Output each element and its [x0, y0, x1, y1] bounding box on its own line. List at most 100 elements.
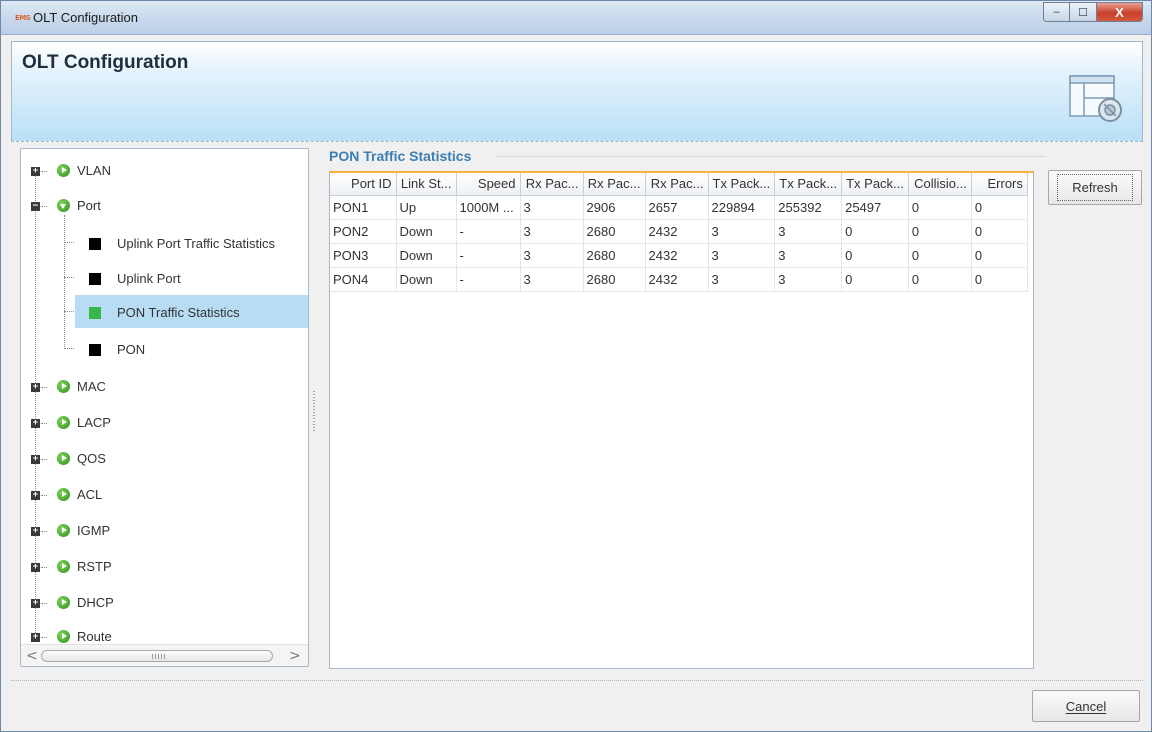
table-cell: 2680	[583, 267, 646, 292]
table-cell: 0	[908, 195, 972, 220]
green-arrow-icon	[57, 380, 70, 393]
tree-item-vlan[interactable]: + VLAN	[21, 155, 308, 185]
column-header-tx-packets-1[interactable]: Tx Pack...	[708, 173, 776, 196]
tree-item-pon-traffic-statistics[interactable]: PON Traffic Statistics	[21, 295, 308, 329]
table-cell: 0	[908, 267, 972, 292]
table-cell: 2680	[583, 219, 646, 244]
table-row[interactable]: PON4 Down - 3 2680 2432 3 3 0 0 0	[330, 267, 1028, 292]
tree-item-mac[interactable]: + MAC	[21, 371, 308, 401]
black-square-icon	[89, 344, 101, 356]
expand-icon[interactable]: +	[31, 633, 40, 642]
green-arrow-icon	[57, 452, 70, 465]
table-cell: 2432	[645, 219, 709, 244]
expand-icon[interactable]: +	[31, 563, 40, 572]
table-cell: 3	[708, 243, 776, 268]
tree-item-label: Uplink Port	[117, 271, 181, 286]
column-header-tx-packets-3[interactable]: Tx Pack...	[841, 173, 909, 196]
tree-item-igmp[interactable]: + IGMP	[21, 515, 308, 545]
table-cell: 3	[774, 267, 843, 292]
title-bar[interactable]: EMS OLT Configuration – ☐ X	[1, 1, 1151, 35]
table-cell: Down	[396, 243, 457, 268]
tree-item-qos[interactable]: + QOS	[21, 443, 308, 473]
table-cell: 0	[908, 219, 972, 244]
expand-icon[interactable]: +	[31, 455, 40, 464]
expand-icon[interactable]: +	[31, 491, 40, 500]
table-cell: 3	[520, 243, 584, 268]
table-cell: 2906	[583, 195, 646, 220]
navigation-tree[interactable]: + VLAN − Port Uplink Port Traffic Statis…	[20, 148, 309, 667]
column-header-speed[interactable]: Speed	[456, 173, 521, 196]
olt-configuration-window: EMS OLT Configuration – ☐ X OLT Configur…	[0, 0, 1152, 732]
table-cell: 255392	[774, 195, 843, 220]
horizontal-scrollbar[interactable]: < >	[21, 644, 308, 666]
green-arrow-icon	[57, 630, 70, 643]
minimize-button[interactable]: –	[1043, 2, 1070, 22]
green-arrow-icon	[57, 416, 70, 429]
scrollbar-thumb[interactable]	[41, 650, 273, 662]
expand-icon[interactable]: +	[31, 599, 40, 608]
expand-icon[interactable]: +	[31, 383, 40, 392]
tree-item-port[interactable]: − Port	[21, 190, 308, 220]
tree-item-label: RSTP	[77, 559, 112, 574]
table-cell: 1000M ...	[456, 195, 521, 220]
table-cell: 3	[520, 267, 584, 292]
table-cell: PON2	[330, 219, 397, 244]
refresh-button[interactable]: Refresh	[1048, 170, 1142, 205]
table-cell: Up	[396, 195, 457, 220]
tree-item-acl[interactable]: + ACL	[21, 479, 308, 509]
tree-item-uplink-port-traffic-statistics[interactable]: Uplink Port Traffic Statistics	[21, 226, 308, 259]
table-cell: -	[456, 267, 521, 292]
scroll-left-icon[interactable]: <	[26, 648, 38, 664]
tree-item-label: VLAN	[77, 163, 111, 178]
table-cell: 3	[774, 243, 843, 268]
green-arrow-icon	[57, 488, 70, 501]
column-header-tx-packets-2[interactable]: Tx Pack...	[774, 173, 843, 196]
column-header-collisions[interactable]: Collisio...	[908, 173, 972, 196]
table-row[interactable]: PON2 Down - 3 2680 2432 3 3 0 0 0	[330, 219, 1028, 244]
collapse-icon[interactable]: −	[31, 202, 40, 211]
pon-traffic-table[interactable]: Port ID Link St... Speed Rx Pac... Rx Pa…	[329, 171, 1034, 669]
expand-icon[interactable]: +	[31, 167, 40, 176]
black-square-icon	[89, 238, 101, 250]
window-controls: – ☐ X	[1043, 2, 1143, 22]
scrollbar-grip-icon	[152, 654, 166, 659]
cancel-button[interactable]: Cancel	[1032, 690, 1140, 722]
tree-item-pon[interactable]: PON	[21, 332, 308, 365]
column-header-rx-packets-3[interactable]: Rx Pac...	[645, 173, 709, 196]
panel-splitter[interactable]	[313, 391, 315, 431]
table-cell: 3	[708, 267, 776, 292]
maximize-button[interactable]: ☐	[1070, 2, 1097, 22]
scroll-right-icon[interactable]: >	[289, 648, 301, 664]
table-cell: 3	[708, 219, 776, 244]
table-cell: 0	[841, 243, 909, 268]
tree-item-lacp[interactable]: + LACP	[21, 407, 308, 437]
table-cell: 3	[520, 219, 584, 244]
close-button[interactable]: X	[1097, 2, 1143, 22]
table-cell: 0	[841, 219, 909, 244]
column-header-port-id[interactable]: Port ID	[330, 173, 397, 196]
green-arrow-down-icon	[57, 199, 70, 212]
column-header-errors[interactable]: Errors	[971, 173, 1028, 196]
table-cell: 0	[841, 267, 909, 292]
tree-item-label: Uplink Port Traffic Statistics	[117, 236, 275, 251]
settings-window-icon	[1069, 75, 1122, 122]
window-title: OLT Configuration	[33, 10, 139, 25]
table-row[interactable]: PON3 Down - 3 2680 2432 3 3 0 0 0	[330, 243, 1028, 268]
table-cell: Down	[396, 219, 457, 244]
column-header-rx-packets-2[interactable]: Rx Pac...	[583, 173, 646, 196]
expand-icon[interactable]: +	[31, 527, 40, 536]
tree-item-label: PON Traffic Statistics	[117, 305, 240, 320]
tree-item-uplink-port[interactable]: Uplink Port	[21, 261, 308, 294]
tree-item-label: DHCP	[77, 595, 114, 610]
column-header-link-status[interactable]: Link St...	[396, 173, 457, 196]
tree-item-label: IGMP	[77, 523, 111, 538]
table-cell: 2432	[645, 267, 709, 292]
app-logo-icon: EMS	[15, 14, 31, 22]
table-cell: 2657	[645, 195, 709, 220]
table-row[interactable]: PON1 Up 1000M ... 3 2906 2657 229894 255…	[330, 195, 1028, 220]
tree-item-label: ACL	[77, 487, 103, 502]
column-header-rx-packets-1[interactable]: Rx Pac...	[520, 173, 584, 196]
expand-icon[interactable]: +	[31, 419, 40, 428]
tree-item-dhcp[interactable]: + DHCP	[21, 587, 308, 617]
tree-item-rstp[interactable]: + RSTP	[21, 551, 308, 581]
